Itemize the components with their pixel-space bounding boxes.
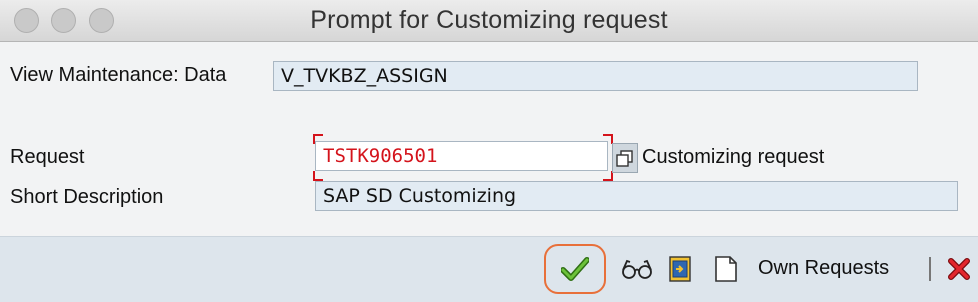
cancel-icon (948, 258, 970, 280)
required-marker-bl (313, 171, 323, 181)
short-description-field[interactable]: SAP SD Customizing (315, 181, 958, 211)
request-label: Request (10, 146, 85, 168)
cancel-button[interactable] (945, 253, 973, 285)
request-input[interactable]: TSTK906501 (315, 141, 608, 171)
window-title: Prompt for Customizing request (310, 6, 668, 34)
value-help-button[interactable] (612, 143, 638, 173)
new-document-button[interactable] (712, 253, 740, 285)
view-maintenance-label: View Maintenance: Data (10, 64, 227, 86)
create-request-icon (669, 256, 691, 282)
dialog-window: Prompt for Customizing request View Main… (0, 0, 978, 302)
own-requests-button[interactable]: Own Requests (758, 257, 889, 280)
checkmark-icon (561, 257, 589, 281)
action-toolbar: Own Requests (0, 236, 978, 302)
display-button[interactable] (619, 253, 655, 285)
document-icon (715, 256, 737, 282)
create-request-button[interactable] (666, 253, 696, 285)
required-marker-tl (313, 134, 323, 144)
title-bar: Prompt for Customizing request (0, 0, 978, 42)
view-maintenance-field[interactable]: V_TVKBZ_ASSIGN (273, 61, 918, 91)
toolbar-separator (929, 257, 931, 281)
short-description-label: Short Description (10, 186, 164, 208)
value-help-icon (616, 150, 633, 167)
glasses-icon (622, 259, 652, 279)
confirm-button[interactable] (558, 253, 592, 285)
request-type-text: Customizing request (642, 146, 825, 168)
